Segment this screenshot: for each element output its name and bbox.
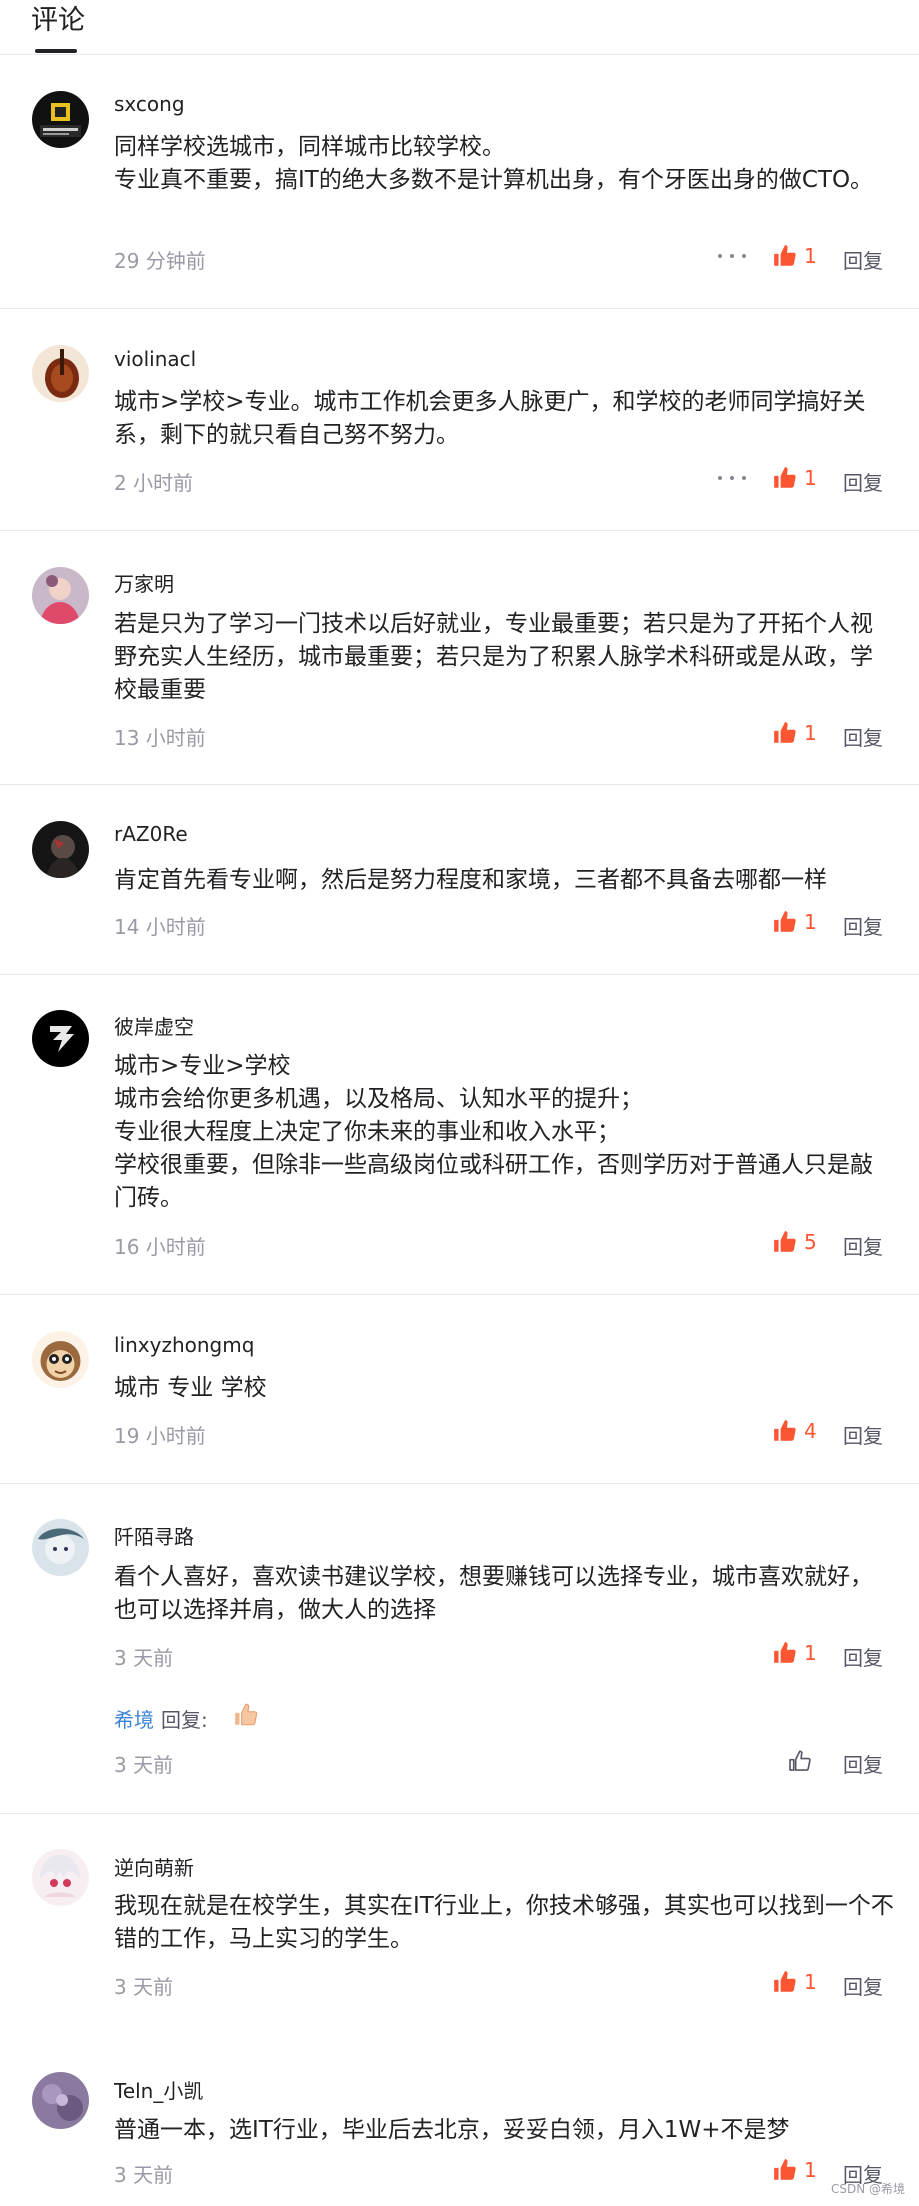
comment-text: 我现在就是在校学生，其实在IT行业上，你技术够强，其实也可以找到一个不错的工作，… xyxy=(114,1893,894,1952)
divider xyxy=(0,1294,919,1295)
like-count: 1 xyxy=(804,910,817,934)
like-button[interactable]: 1 xyxy=(772,241,817,271)
like-button[interactable]: 1 xyxy=(772,718,817,748)
comment-text: 若是只为了学习一门技术以后好就业，专业最重要；若只是为了开拓个人视野充实人生经历… xyxy=(114,611,873,703)
avatar[interactable] xyxy=(32,345,89,402)
comment-text: 城市>学校>专业。城市工作机会更多人脉更广，和学校的老师同学搞好关系，剩下的就只… xyxy=(114,389,866,448)
avatar[interactable] xyxy=(32,1331,89,1388)
comment-username[interactable]: linxyzhongmq xyxy=(114,1333,254,1357)
more-options-button[interactable] xyxy=(718,246,746,266)
sub-reply-reply-button[interactable]: 回复 xyxy=(843,1749,883,1778)
thumbs-up-icon xyxy=(774,1231,796,1252)
comment-text: 看个人喜好，喜欢读书建议学校，想要赚钱可以选择专业，城市喜欢就好，也可以选择并肩… xyxy=(114,1564,873,1623)
like-count: 1 xyxy=(804,1970,817,1994)
like-count: 1 xyxy=(804,244,817,268)
sub-reply-time: 3 天前 xyxy=(114,1753,174,1777)
comment-username[interactable]: 彼岸虚空 xyxy=(114,1011,194,1040)
reply-button[interactable]: 回复 xyxy=(843,245,883,274)
like-button[interactable]: 1 xyxy=(772,2155,817,2185)
comment-time: 16 小时前 xyxy=(114,1235,206,1259)
watermark: CSDN @希境 xyxy=(830,2182,905,2196)
divider xyxy=(0,1483,919,1484)
comment-text: 城市 专业 学校 xyxy=(114,1375,267,1401)
comment-time: 29 分钟前 xyxy=(114,249,206,273)
thumbs-up-icon xyxy=(774,1642,796,1663)
comment-text: 同样学校选城市，同样城市比较学校。 专业真不重要，搞IT的绝大多数不是计算机出身… xyxy=(114,134,874,193)
like-button[interactable]: 1 xyxy=(772,463,817,493)
comment-username[interactable]: violinacl xyxy=(114,347,196,371)
avatar[interactable] xyxy=(32,2072,89,2129)
thumbs-up-icon xyxy=(774,1971,796,1992)
comment-time: 3 天前 xyxy=(114,2163,174,2187)
thumbs-up-icon xyxy=(774,722,796,743)
thumbs-up-icon xyxy=(774,911,796,932)
comment-username[interactable]: sxcong xyxy=(114,92,185,116)
reply-button[interactable]: 回复 xyxy=(843,1420,883,1449)
comment-text: 城市>专业>学校 城市会给你更多机遇，以及格局、认知水平的提升； 专业很大程度上… xyxy=(114,1053,873,1211)
like-count: 1 xyxy=(804,2158,817,2182)
reply-button[interactable]: 回复 xyxy=(843,467,883,496)
like-count: 1 xyxy=(804,466,817,490)
sub-reply-username[interactable]: 希境 xyxy=(114,1704,154,1733)
thumbs-up-icon xyxy=(774,1420,796,1441)
sub-reply-label: 回复: xyxy=(161,1708,208,1732)
avatar[interactable] xyxy=(32,91,89,148)
comment-username[interactable]: Teln_小凯 xyxy=(114,2075,203,2104)
divider xyxy=(0,974,919,975)
comment-username[interactable]: 阡陌寻路 xyxy=(114,1521,194,1550)
like-count: 1 xyxy=(804,721,817,745)
tab-comments[interactable]: 评论 xyxy=(31,0,85,37)
avatar[interactable] xyxy=(32,821,89,878)
reply-button[interactable]: 回复 xyxy=(843,722,883,751)
comment-time: 19 小时前 xyxy=(114,1424,206,1448)
avatar[interactable] xyxy=(32,567,89,624)
like-button[interactable]: 1 xyxy=(772,1967,817,1997)
comment-time: 13 小时前 xyxy=(114,726,206,750)
more-options-button[interactable] xyxy=(718,468,746,488)
comment-username[interactable]: 万家明 xyxy=(114,568,174,597)
divider xyxy=(0,308,919,309)
like-button[interactable]: 1 xyxy=(772,1638,817,1668)
thumbs-up-emoji-icon xyxy=(235,1703,258,1726)
comment-time: 3 天前 xyxy=(114,1975,174,1999)
divider xyxy=(0,530,919,531)
comment-tab-bar: 评论 xyxy=(0,0,919,55)
avatar[interactable] xyxy=(32,1849,89,1906)
like-count: 4 xyxy=(804,1419,817,1443)
like-count: 5 xyxy=(804,1230,817,1254)
thumbs-up-icon xyxy=(774,2159,796,2180)
like-button[interactable]: 1 xyxy=(772,907,817,937)
comment-time: 3 天前 xyxy=(114,1646,174,1670)
reply-button[interactable]: 回复 xyxy=(843,911,883,940)
thumbs-up-icon xyxy=(774,467,796,488)
thumbs-up-outline-icon[interactable] xyxy=(787,1748,813,1774)
comment-time: 2 小时前 xyxy=(114,471,194,495)
comment-text: 肯定首先看专业啊，然后是努力程度和家境，三者都不具备去哪都一样 xyxy=(114,867,827,893)
comment-text: 普通一本，选IT行业，毕业后去北京，妥妥白领，月入1W+不是梦 xyxy=(114,2117,790,2143)
divider xyxy=(0,784,919,785)
avatar[interactable] xyxy=(32,1519,89,1576)
like-count: 1 xyxy=(804,1641,817,1665)
comment-time: 14 小时前 xyxy=(114,915,206,939)
comment-username[interactable]: 逆向萌新 xyxy=(114,1852,194,1881)
like-button[interactable]: 4 xyxy=(772,1416,817,1446)
reply-button[interactable]: 回复 xyxy=(843,1971,883,2000)
like-button[interactable]: 5 xyxy=(772,1227,817,1257)
tab-active-indicator xyxy=(35,49,77,53)
divider xyxy=(0,1813,919,1814)
reply-button[interactable]: 回复 xyxy=(843,1231,883,1260)
reply-button[interactable]: 回复 xyxy=(843,1642,883,1671)
thumbs-up-icon xyxy=(774,245,796,266)
comment-username[interactable]: rAZ0Re xyxy=(114,822,188,846)
avatar[interactable] xyxy=(32,1010,89,1067)
